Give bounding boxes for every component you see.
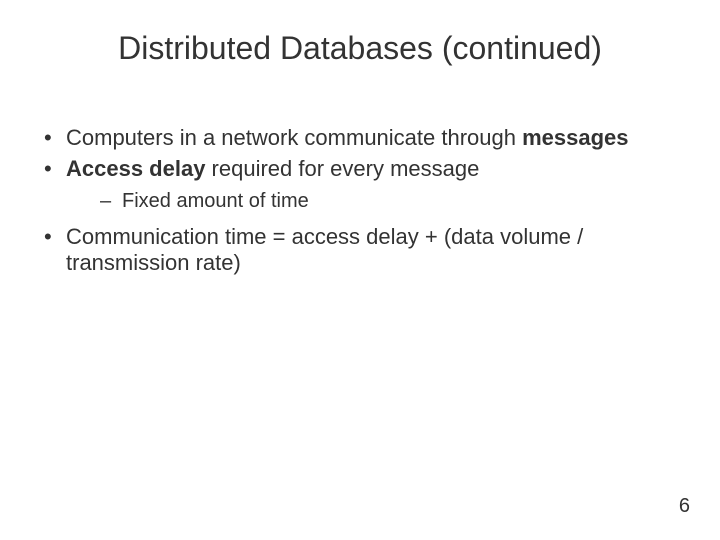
bullet-item: Computers in a network communicate throu… (38, 125, 670, 152)
bullet-text-bold: messages (522, 125, 628, 150)
slide-body: Computers in a network communicate throu… (38, 125, 670, 281)
sub-bullet-text: Fixed amount of time (122, 190, 309, 212)
bullet-item: Communication time = access delay + (dat… (38, 224, 670, 278)
bullet-text: required for every message (205, 156, 479, 181)
slide: Distributed Databases (continued) Comput… (0, 0, 720, 540)
page-number: 6 (679, 495, 690, 518)
slide-title: Distributed Databases (continued) (0, 30, 720, 67)
bullet-item: Access delay required for every message … (38, 156, 670, 214)
bullet-text-bold: Access delay (66, 156, 205, 181)
sub-bullet-list: Fixed amount of time (66, 189, 670, 214)
bullet-text: Computers in a network communicate throu… (66, 125, 522, 150)
sub-bullet-item: Fixed amount of time (66, 189, 670, 214)
bullet-list: Computers in a network communicate throu… (38, 125, 670, 277)
bullet-text: Communication time = access delay + (dat… (66, 224, 583, 276)
